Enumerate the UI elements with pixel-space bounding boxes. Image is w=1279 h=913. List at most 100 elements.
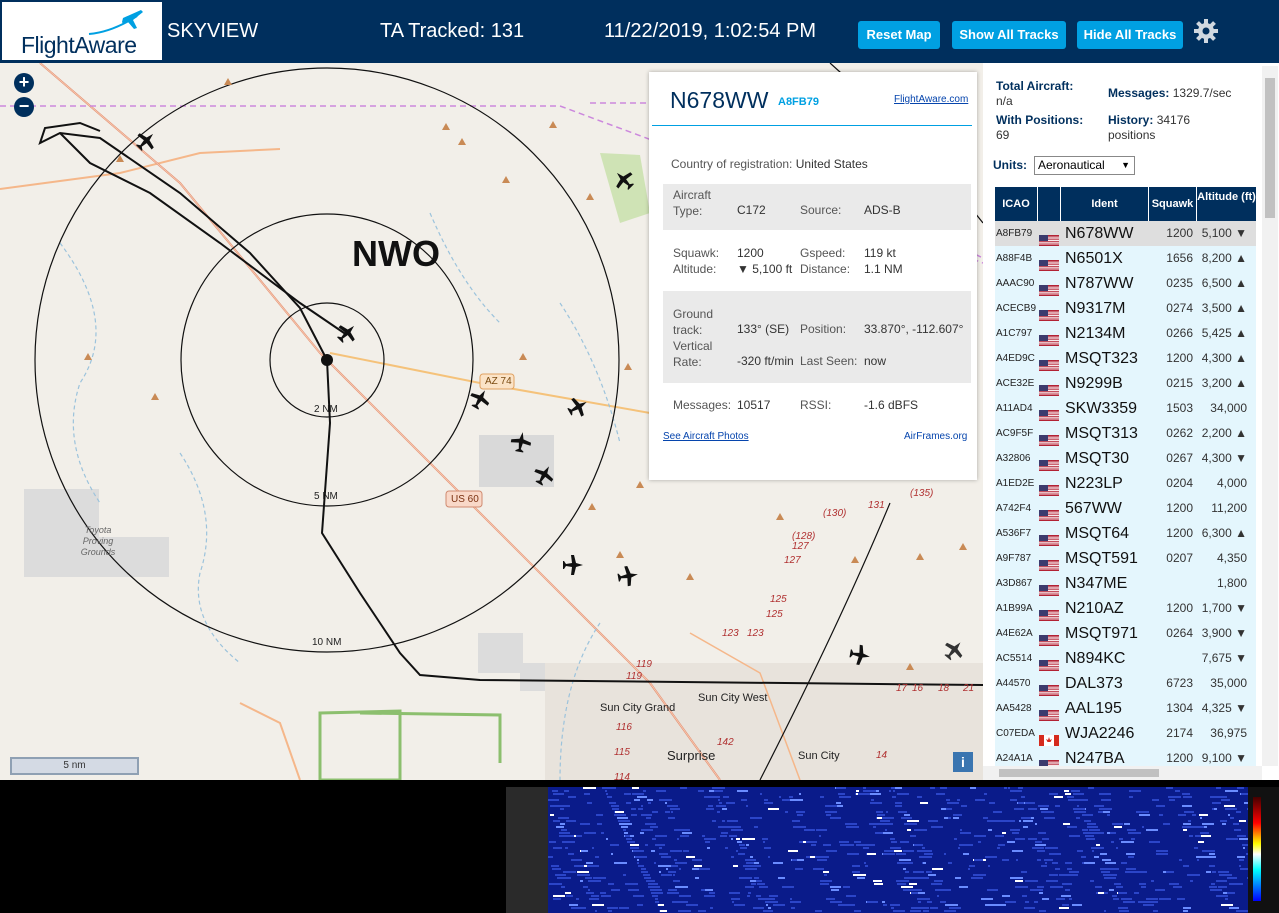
waterfall-pixel bbox=[1051, 880, 1058, 882]
show-all-tracks-button[interactable]: Show All Tracks bbox=[952, 21, 1066, 49]
table-row[interactable]: A44570 DAL373 6723 35,000 bbox=[995, 671, 1256, 696]
waterfall-pixel bbox=[1236, 811, 1241, 813]
table-row[interactable]: A4ED9C MSQT323 1200 4,300 ▲ bbox=[995, 346, 1256, 371]
waterfall-pixel bbox=[1077, 850, 1083, 852]
route-number: 115 bbox=[614, 747, 630, 758]
units-select[interactable]: Aeronautical ▼ bbox=[1034, 156, 1135, 175]
reset-map-button[interactable]: Reset Map bbox=[858, 21, 940, 49]
waterfall-pixel bbox=[960, 829, 962, 831]
table-row[interactable]: ACE32E N9299B 0215 3,200 ▲ bbox=[995, 371, 1256, 396]
ident-cell: MSQT64 bbox=[1065, 525, 1130, 542]
flightaware-link[interactable]: FlightAware.com bbox=[894, 94, 968, 105]
flightaware-logo[interactable]: FlightAware bbox=[2, 2, 162, 60]
squawk-cell bbox=[1153, 571, 1193, 596]
route-number: 125 bbox=[766, 609, 783, 620]
table-row[interactable]: A11AD4 SKW3359 1503 34,000 bbox=[995, 396, 1256, 421]
table-row[interactable]: AC5514 N894KC 7,675 ▼ bbox=[995, 646, 1256, 671]
with-positions-label: With Positions: bbox=[996, 113, 1084, 127]
airframes-link[interactable]: AirFrames.org bbox=[904, 431, 967, 442]
table-row[interactable]: A1B99A N210AZ 1200 1,700 ▼ bbox=[995, 596, 1256, 621]
table-row[interactable]: ACECB9 N9317M 0274 3,500 ▲ bbox=[995, 296, 1256, 321]
waterfall-pixel bbox=[619, 907, 629, 909]
waterfall-pixel bbox=[922, 847, 925, 849]
waterfall-pixel bbox=[650, 889, 662, 891]
table-row[interactable]: A32806 MSQT30 0267 4,300 ▼ bbox=[995, 446, 1256, 471]
waterfall-pixel bbox=[880, 820, 890, 822]
table-row[interactable]: A9F787 MSQT591 0207 4,350 bbox=[995, 546, 1256, 571]
aircraft-icon bbox=[567, 397, 587, 417]
flag-icon bbox=[1039, 629, 1059, 646]
gear-icon[interactable] bbox=[1193, 18, 1219, 44]
waterfall-pixel bbox=[918, 901, 921, 903]
table-row[interactable]: A4E62A MSQT971 0264 3,900 ▼ bbox=[995, 621, 1256, 646]
waterfall-pixel bbox=[1088, 787, 1094, 789]
waterfall-pixel bbox=[882, 901, 885, 903]
waterfall-pixel bbox=[865, 865, 868, 867]
waterfall-pixel bbox=[854, 910, 861, 912]
waterfall-pixel bbox=[679, 895, 691, 897]
column-header-ident[interactable]: Ident bbox=[1061, 187, 1148, 221]
table-row[interactable]: A1C797 N2134M 0266 5,425 ▲ bbox=[995, 321, 1256, 346]
waterfall-pixel bbox=[830, 901, 842, 903]
waterfall-pixel bbox=[963, 853, 969, 855]
waterfall-pixel bbox=[710, 796, 720, 798]
table-row[interactable]: A1ED2E N223LP 0204 4,000 bbox=[995, 471, 1256, 496]
waterfall-pixel bbox=[764, 799, 768, 801]
waterfall-pixel bbox=[1240, 868, 1248, 870]
waterfall-pixel bbox=[1151, 880, 1154, 882]
waterfall-pixel bbox=[1184, 811, 1192, 813]
vertical-scrollbar[interactable] bbox=[1262, 66, 1278, 766]
table-row[interactable]: A742F4 567WW 1200 11,200 bbox=[995, 496, 1256, 521]
table-row[interactable]: A536F7 MSQT64 1200 6,300 ▲ bbox=[995, 521, 1256, 546]
waterfall-pixel bbox=[1202, 823, 1214, 825]
waterfall-pixel bbox=[1194, 847, 1198, 849]
scrollbar-thumb[interactable] bbox=[1265, 78, 1275, 218]
table-row[interactable]: AAAC90 N787WW 0235 6,500 ▲ bbox=[995, 271, 1256, 296]
hide-all-tracks-button[interactable]: Hide All Tracks bbox=[1077, 21, 1183, 49]
zoom-out-button[interactable]: − bbox=[14, 97, 34, 117]
waterfall-pixel bbox=[1107, 814, 1110, 816]
table-row[interactable]: AA5428 AAL195 1304 4,325 ▼ bbox=[995, 696, 1256, 721]
table-row[interactable]: A3D867 N347ME 1,800 bbox=[995, 571, 1256, 596]
waterfall-pixel bbox=[911, 892, 918, 894]
column-header-flag[interactable] bbox=[1038, 187, 1060, 221]
table-row[interactable]: AC9F5F MSQT313 0262 2,200 ▲ bbox=[995, 421, 1256, 446]
waterfall-pixel bbox=[1241, 793, 1248, 795]
column-header-altitude[interactable]: Altitude (ft) bbox=[1197, 187, 1256, 221]
waterfall-pixel bbox=[809, 841, 817, 843]
waterfall-pixel bbox=[552, 868, 561, 870]
aircraft-photos-link[interactable]: See Aircraft Photos bbox=[663, 431, 749, 442]
waterfall-pixel bbox=[1065, 889, 1070, 891]
table-row[interactable]: C07EDA WJA2246 2174 36,975 bbox=[995, 721, 1256, 746]
waterfall-pixel bbox=[624, 832, 628, 834]
waterfall-pixel bbox=[907, 820, 919, 822]
table-row[interactable]: A8FB79 N678WW 1200 5,100 ▼ bbox=[995, 221, 1256, 246]
waterfall-pixel bbox=[769, 895, 778, 897]
column-header-squawk[interactable]: Squawk bbox=[1149, 187, 1196, 221]
waterfall-pixel bbox=[721, 832, 728, 834]
zoom-in-button[interactable]: + bbox=[14, 73, 34, 93]
waterfall-pixel bbox=[910, 910, 921, 912]
waterfall-pixel bbox=[766, 904, 768, 906]
waterfall-pixel bbox=[741, 799, 747, 801]
waterfall-pixel bbox=[1040, 808, 1048, 810]
horizontal-scrollbar[interactable] bbox=[983, 766, 1262, 780]
scrollbar-thumb[interactable] bbox=[999, 769, 1159, 777]
ident-cell: N894KC bbox=[1065, 650, 1126, 667]
waterfall-pixel bbox=[584, 832, 596, 834]
waterfall-pixel bbox=[610, 802, 616, 804]
altitude-cell: 6,300 ▲ bbox=[1201, 526, 1247, 540]
map-scale-bar: 5 nm bbox=[10, 757, 139, 775]
column-header-icao[interactable]: ICAO bbox=[995, 187, 1037, 221]
waterfall-pixel bbox=[820, 796, 824, 798]
waterfall-pixel bbox=[782, 799, 790, 801]
waterfall-pixel bbox=[586, 862, 593, 864]
waterfall-pixel bbox=[658, 865, 671, 867]
waterfall-pixel bbox=[567, 820, 576, 822]
table-row[interactable]: A88F4B N6501X 1656 8,200 ▲ bbox=[995, 246, 1256, 271]
map-info-button[interactable]: i bbox=[953, 752, 973, 772]
waterfall-pixel bbox=[1065, 862, 1072, 864]
waterfall-pixel bbox=[748, 892, 751, 894]
waterfall-pixel bbox=[917, 796, 922, 798]
waterfall-pixel bbox=[1118, 907, 1128, 909]
